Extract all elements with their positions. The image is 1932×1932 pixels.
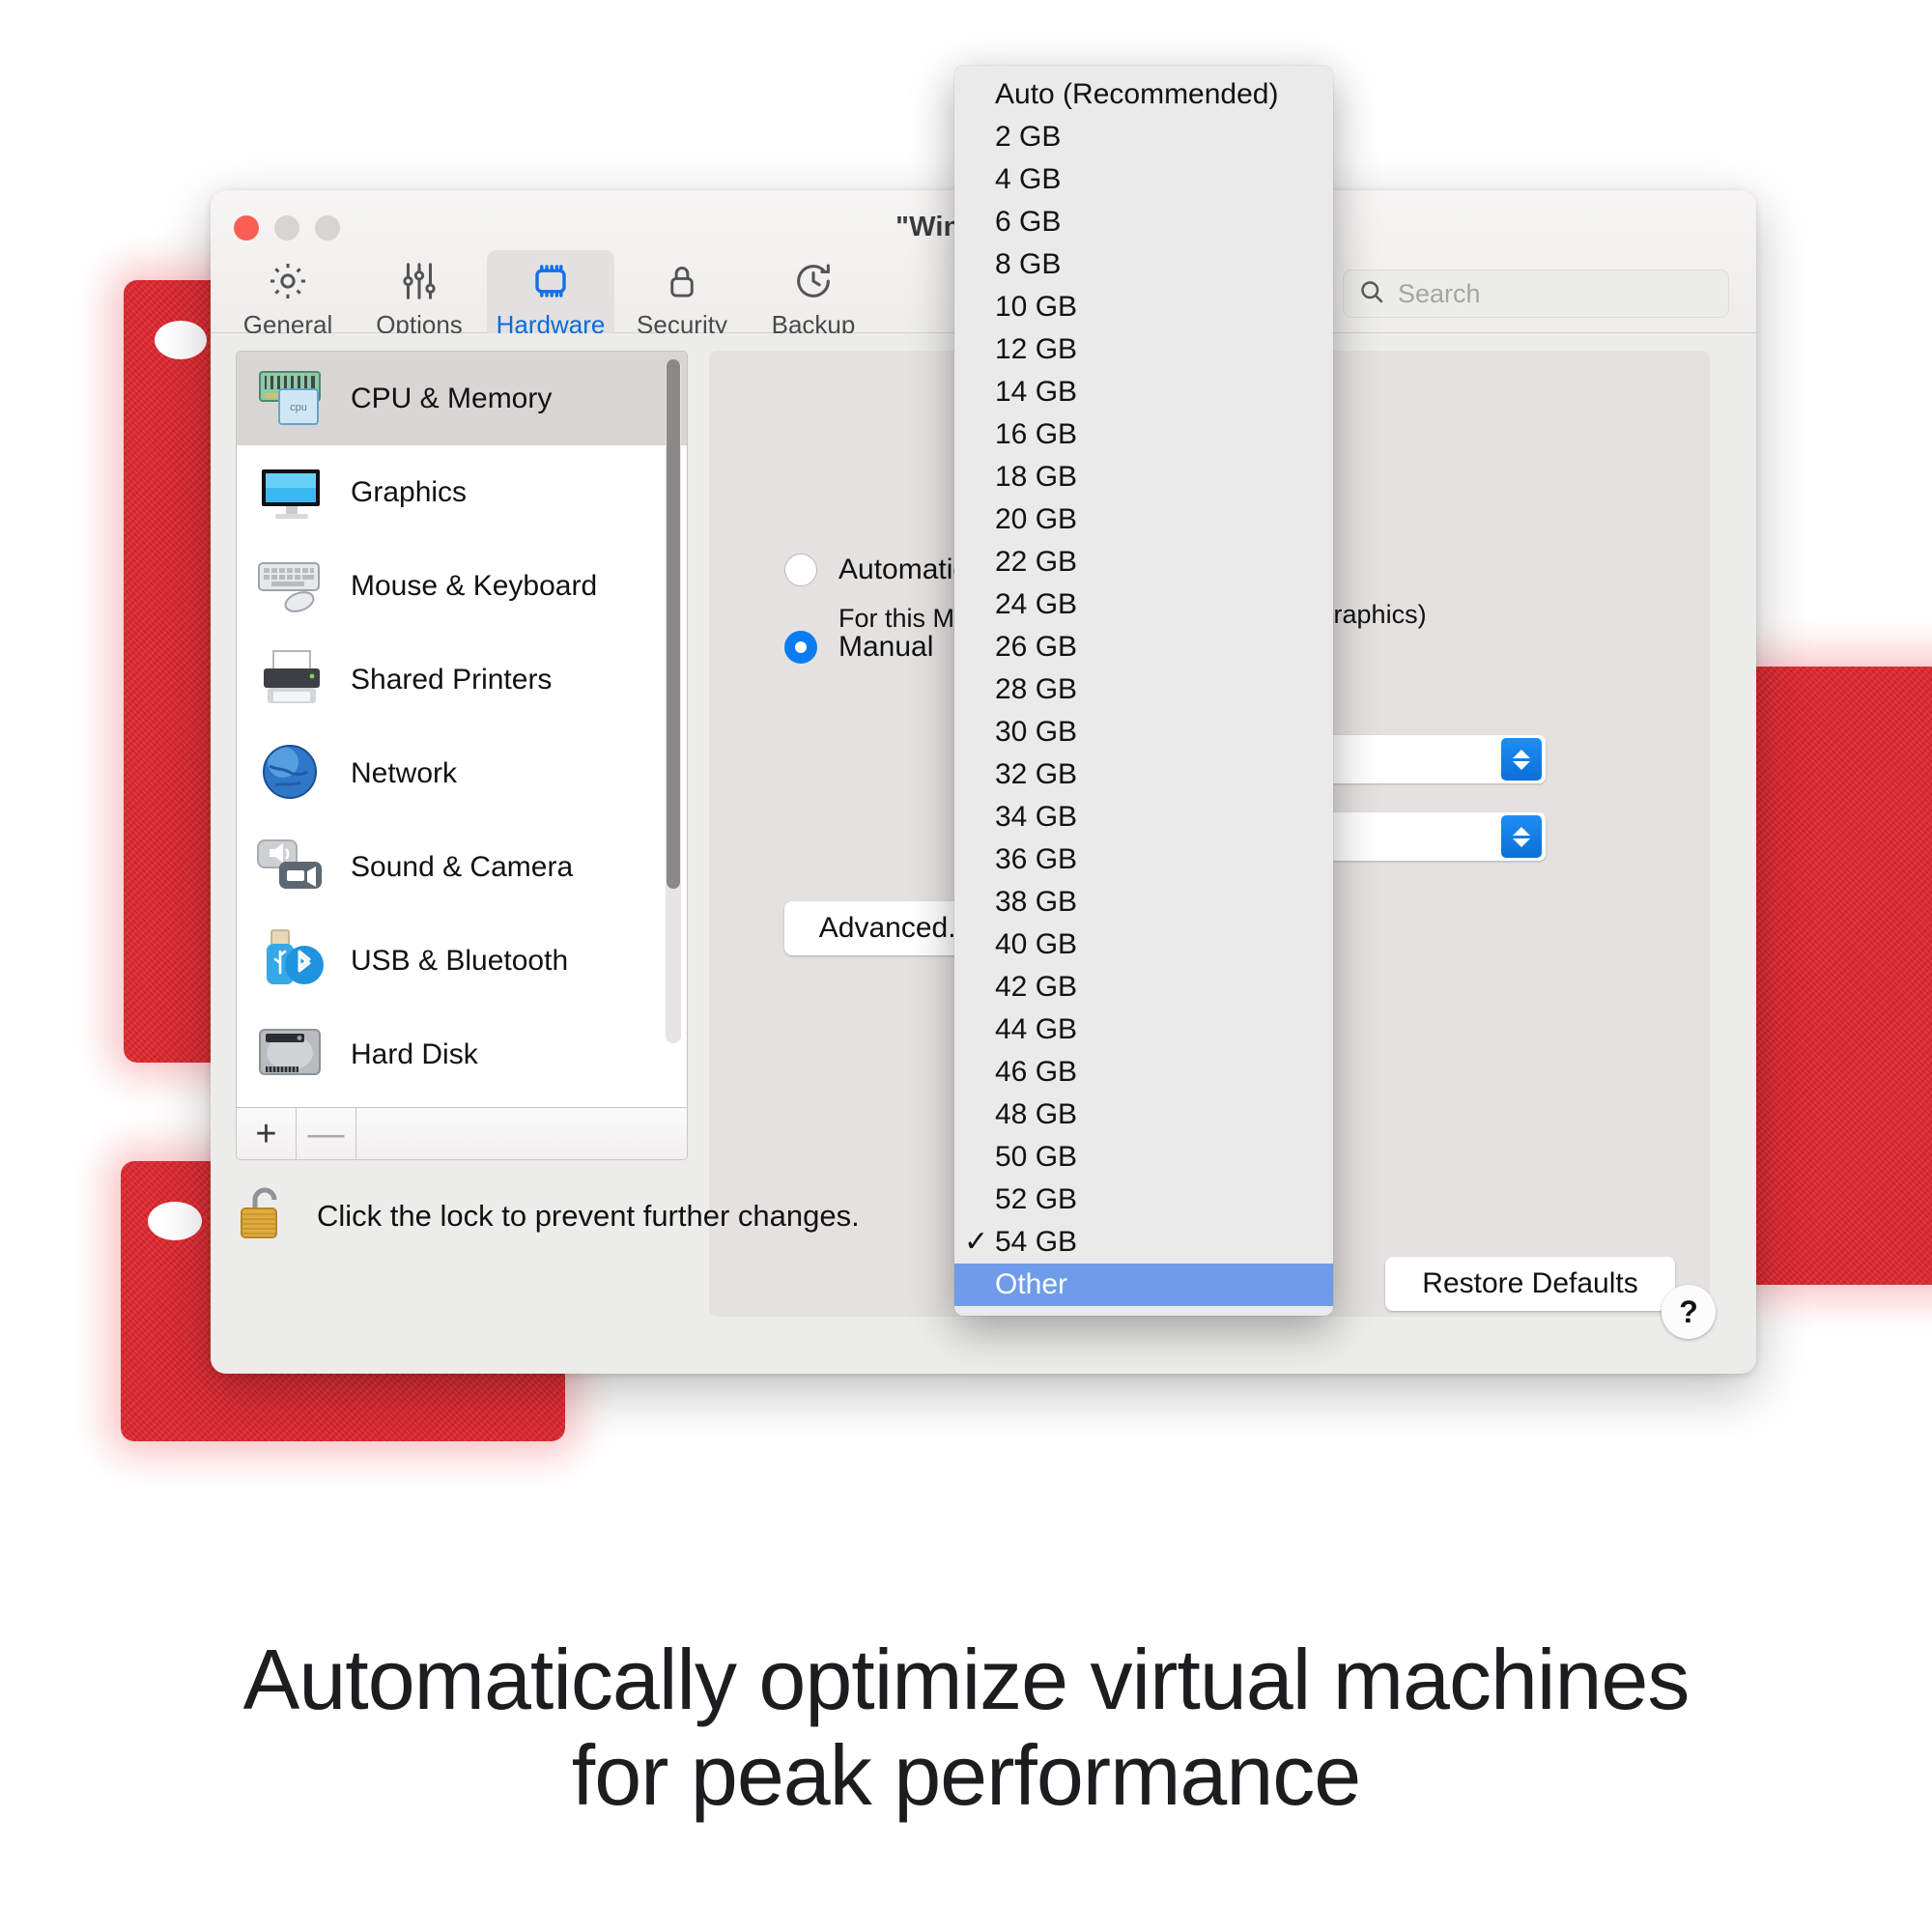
card-hole — [148, 1202, 202, 1240]
sidebar-item-label: USB & Bluetooth — [351, 944, 569, 977]
sidebar-item-hard-disk[interactable]: Hard Disk — [237, 1008, 687, 1101]
cpu-chip-icon — [527, 258, 574, 304]
sidebar-item-shared-printers[interactable]: Shared Printers — [237, 633, 687, 726]
toolbar-tabs: General Options Hardware Security Backup — [224, 250, 877, 346]
chevron-up-down-icon — [1501, 738, 1542, 781]
menu-item[interactable]: 36 GB — [954, 838, 1333, 881]
menu-item[interactable]: Auto (Recommended) — [954, 73, 1333, 116]
sidebar-item-sound-camera[interactable]: Sound & Camera — [237, 820, 687, 914]
caption-line-1: Automatically optimize virtual machines — [242, 1632, 1690, 1727]
usb-bluetooth-icon — [254, 926, 329, 996]
search-input[interactable]: Search — [1343, 270, 1729, 318]
display-icon — [254, 458, 329, 527]
sidebar-item-cpu-memory[interactable]: cpu CPU & Memory — [237, 352, 687, 445]
menu-item[interactable]: 28 GB — [954, 668, 1333, 711]
memory-size-dropdown-menu[interactable]: Auto (Recommended) 2 GB 4 GB 6 GB 8 GB 1… — [954, 66, 1333, 1316]
device-list-scroll-area[interactable]: cpu CPU & Memory Graphics Mouse & Keyboa… — [237, 352, 687, 1107]
menu-item[interactable]: 18 GB — [954, 456, 1333, 498]
menu-item[interactable]: 4 GB — [954, 158, 1333, 201]
sidebar-item-usb-bluetooth[interactable]: USB & Bluetooth — [237, 914, 687, 1008]
sidebar-item-graphics[interactable]: Graphics — [237, 445, 687, 539]
tab-hardware[interactable]: Hardware — [487, 250, 614, 346]
menu-item[interactable]: 26 GB — [954, 626, 1333, 668]
sidebar-item-label: CPU & Memory — [351, 382, 553, 414]
help-button[interactable]: ? — [1662, 1285, 1716, 1339]
tab-backup[interactable]: Backup — [750, 250, 877, 346]
unlocked-padlock-icon[interactable] — [236, 1183, 294, 1248]
hardware-device-list: cpu CPU & Memory Graphics Mouse & Keyboa… — [236, 351, 688, 1160]
search-placeholder: Search — [1398, 278, 1481, 308]
tab-general[interactable]: General — [224, 250, 352, 346]
svg-text:cpu: cpu — [290, 402, 307, 413]
keyboard-mouse-icon — [254, 552, 329, 621]
menu-item[interactable]: 48 GB — [954, 1094, 1333, 1136]
manual-radio[interactable] — [784, 631, 817, 664]
sidebar-item-network[interactable]: Network — [237, 726, 687, 820]
speaker-camera-icon — [254, 833, 329, 902]
remove-device-button[interactable]: — — [297, 1108, 356, 1159]
menu-item[interactable]: 16 GB — [954, 413, 1333, 456]
menu-item[interactable]: 40 GB — [954, 923, 1333, 966]
printer-icon — [254, 645, 329, 715]
menu-item[interactable]: 50 GB — [954, 1136, 1333, 1179]
menu-item[interactable]: 38 GB — [954, 881, 1333, 923]
device-list-footer: + — — [237, 1107, 687, 1159]
menu-item[interactable]: 8 GB — [954, 243, 1333, 286]
lock-message: Click the lock to prevent further change… — [317, 1198, 860, 1233]
sidebar-item-label: Shared Printers — [351, 663, 553, 696]
sidebar-item-label: Graphics — [351, 475, 468, 508]
lock-icon — [661, 258, 703, 304]
menu-item[interactable]: 20 GB — [954, 498, 1333, 541]
memory-chip-icon: cpu — [254, 364, 329, 434]
menu-item[interactable]: 42 GB — [954, 966, 1333, 1009]
menu-item[interactable]: 2 GB — [954, 116, 1333, 158]
decorative-red-card-right — [1734, 667, 1932, 1285]
restore-defaults-button[interactable]: Restore Defaults — [1385, 1257, 1675, 1311]
menu-item[interactable]: 24 GB — [954, 583, 1333, 626]
menu-item[interactable]: 22 GB — [954, 541, 1333, 583]
sidebar-item-label: Sound & Camera — [351, 850, 574, 883]
menu-item[interactable]: 14 GB — [954, 371, 1333, 413]
menu-item[interactable]: 46 GB — [954, 1051, 1333, 1094]
sidebar-item-label: Network — [351, 756, 458, 789]
menu-item[interactable]: 12 GB — [954, 328, 1333, 371]
scrollbar-thumb[interactable] — [667, 359, 680, 889]
chevron-up-down-icon — [1501, 815, 1542, 858]
card-hole — [155, 321, 207, 359]
menu-item[interactable]: 52 GB — [954, 1179, 1333, 1221]
clock-arrow-icon — [791, 258, 836, 304]
menu-item-other[interactable]: Other — [954, 1264, 1333, 1306]
menu-item[interactable]: 44 GB — [954, 1009, 1333, 1051]
lock-row[interactable]: Click the lock to prevent further change… — [236, 1183, 860, 1248]
marketing-caption: Automatically optimize virtual machines … — [0, 1632, 1932, 1823]
menu-item[interactable]: 30 GB — [954, 711, 1333, 753]
screenshot-root: "Windows 11 General — [0, 0, 1932, 1932]
sidebar-item-mouse-keyboard[interactable]: Mouse & Keyboard — [237, 539, 687, 633]
globe-icon — [254, 739, 329, 809]
gear-icon — [266, 258, 310, 304]
sliders-icon — [397, 258, 441, 304]
menu-item[interactable]: 10 GB — [954, 286, 1333, 328]
caption-line-2: for peak performance — [571, 1726, 1361, 1823]
menu-item[interactable]: 34 GB — [954, 796, 1333, 838]
search-icon — [1357, 277, 1386, 311]
manual-radio-label: Manual — [838, 631, 934, 663]
device-list-scrollbar[interactable] — [666, 359, 681, 1043]
sidebar-item-label: Mouse & Keyboard — [351, 569, 598, 602]
menu-item[interactable]: 32 GB — [954, 753, 1333, 796]
sidebar-item-label: Hard Disk — [351, 1037, 478, 1070]
menu-item-selected[interactable]: 54 GB — [954, 1221, 1333, 1264]
automatic-radio[interactable] — [784, 554, 817, 586]
tab-security[interactable]: Security — [618, 250, 746, 346]
menu-item[interactable]: 6 GB — [954, 201, 1333, 243]
hard-disk-icon — [254, 1020, 329, 1090]
tab-options[interactable]: Options — [355, 250, 483, 346]
add-device-button[interactable]: + — [237, 1108, 297, 1159]
manual-radio-row[interactable]: Manual — [784, 631, 933, 664]
